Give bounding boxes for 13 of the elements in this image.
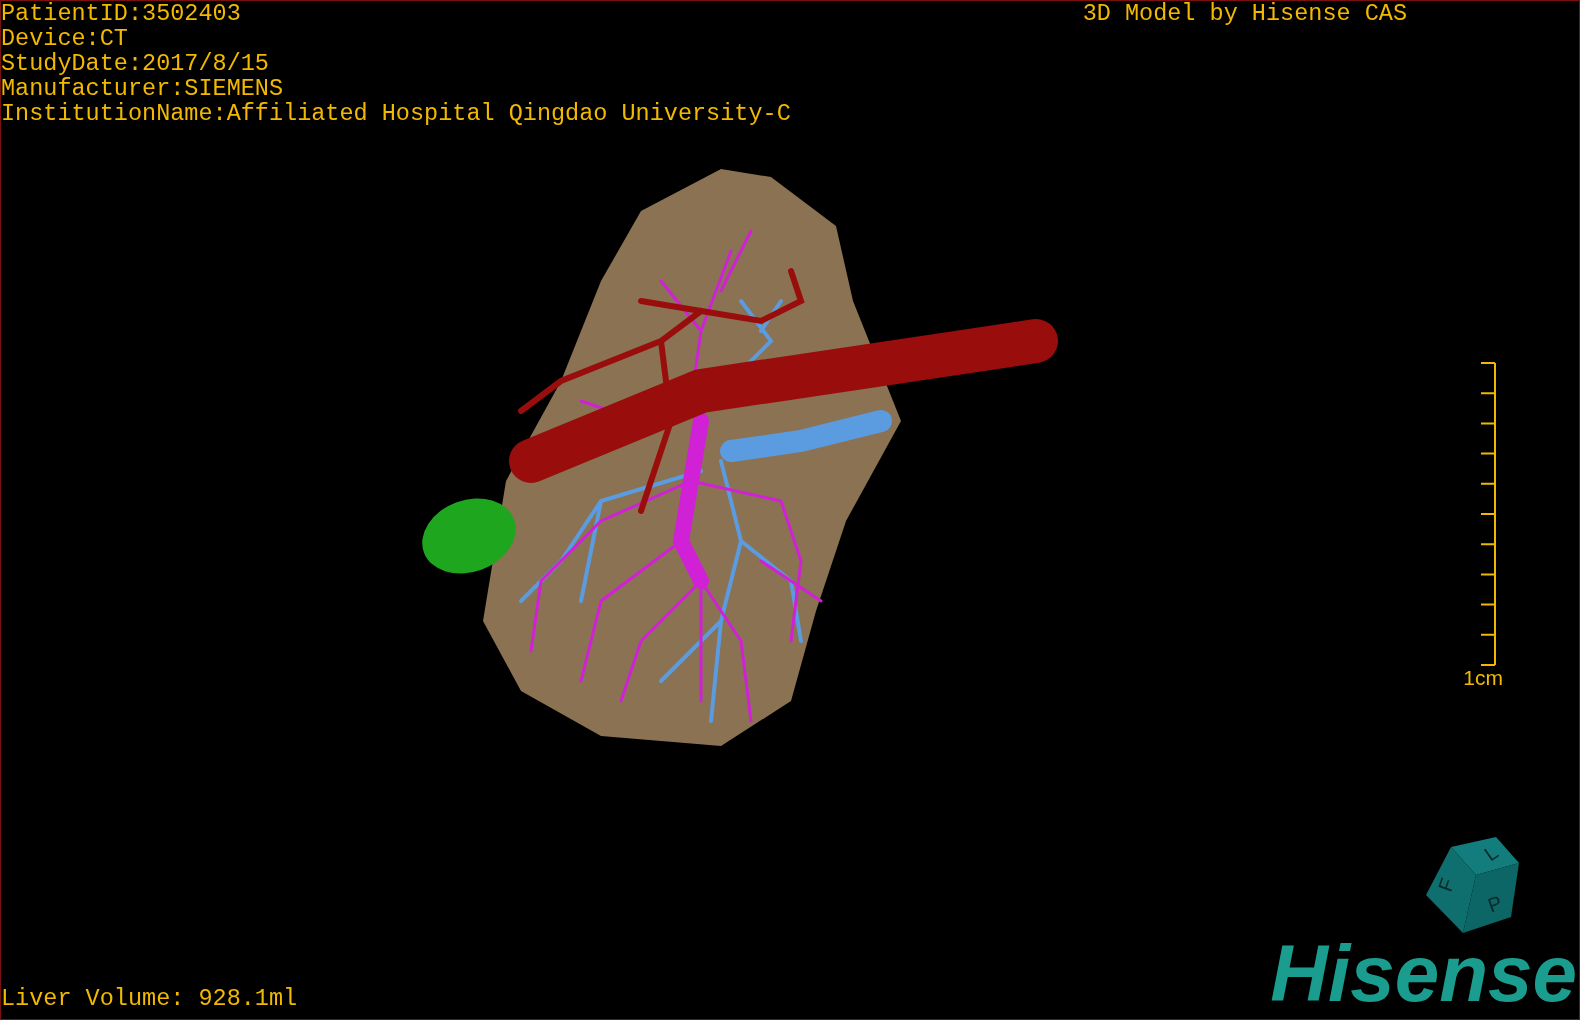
patient-info-text: PatientID:3502403 — [1, 1, 241, 26]
cube-face-label: F — [1433, 875, 1459, 895]
orientation-cube-icon[interactable] — [1426, 837, 1519, 933]
scale-label: 1cm — [1463, 667, 1503, 689]
patient-info-text: Device:CT — [1, 26, 128, 51]
patient-info-text: InstitutionName:Affiliated Hospital Qingdao University-C — [1, 101, 791, 126]
liver-volume-text: Liver Volume: 928.1ml — [1, 986, 298, 1011]
viewer-title: 3D Model by Hisense CAS — [1082, 1, 1407, 26]
logo-text: Hisense — [1270, 935, 1577, 1013]
cube-face-label: P — [1484, 891, 1505, 917]
patient-info-text: Manufacturer:SIEMENS — [1, 76, 284, 101]
patient-info-text: StudyDate:2017/8/15 — [1, 51, 269, 76]
cube-face-label: L — [1480, 840, 1502, 866]
